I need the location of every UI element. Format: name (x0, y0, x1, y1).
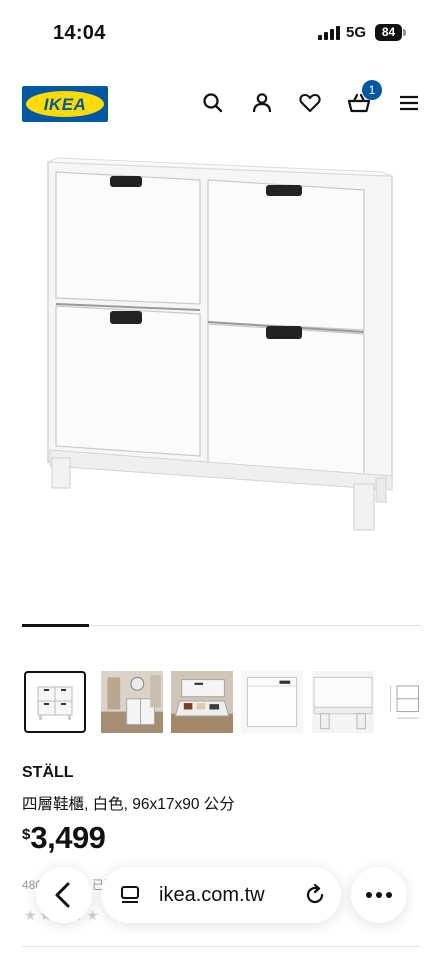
thumbnail-drawer-closeup[interactable] (241, 671, 303, 733)
signal-icon (318, 26, 342, 40)
battery-tip (403, 29, 406, 36)
heart-icon[interactable] (297, 90, 323, 116)
reload-icon[interactable] (303, 883, 327, 907)
back-button[interactable] (36, 867, 92, 923)
more-dots-icon (366, 892, 392, 898)
thumbnail-leg-closeup[interactable] (312, 671, 374, 733)
thumbnail-drawer-open[interactable] (171, 671, 233, 733)
status-bar: 14:04 5G 84 (0, 0, 443, 64)
price-amount: 3,499 (30, 820, 106, 855)
chevron-left-icon (55, 882, 70, 908)
logo-text: IKEA (43, 95, 87, 114)
more-button[interactable] (351, 867, 407, 923)
thumbnail-product-front[interactable] (24, 671, 86, 733)
reader-icon[interactable] (119, 884, 141, 906)
menu-icon[interactable] (396, 90, 422, 116)
url-text: ikea.com.tw (159, 884, 265, 906)
thumbnail-room-hallway[interactable] (101, 671, 163, 733)
thumbnail-dimensions[interactable] (384, 671, 424, 733)
address-bar[interactable]: ikea.com.tw (101, 867, 341, 923)
product-image[interactable] (40, 150, 406, 540)
carousel-progress (22, 624, 89, 627)
search-icon[interactable] (200, 90, 226, 116)
product-description: 四層鞋櫃, 白色, 96x17x90 公分 (22, 796, 235, 813)
cart-count-badge: 1 (362, 80, 382, 100)
account-icon[interactable] (249, 90, 275, 116)
product-price: $3,499 (22, 820, 106, 856)
network-type: 5G (346, 24, 367, 41)
price-currency: $ (22, 826, 31, 843)
battery-icon: 84 (375, 24, 402, 41)
status-time: 14:04 (53, 22, 106, 44)
ikea-logo[interactable]: IKEA (22, 86, 108, 122)
product-name: STÄLL (22, 764, 74, 781)
divider (22, 946, 421, 947)
